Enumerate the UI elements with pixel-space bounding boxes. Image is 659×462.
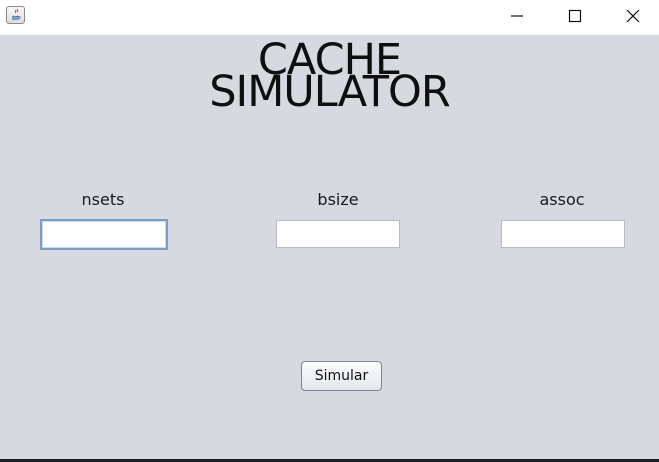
assoc-input[interactable] [501, 220, 625, 248]
nsets-input[interactable] [40, 219, 168, 250]
title-line-simulator: SIMULATOR [209, 67, 451, 117]
minimize-icon [511, 15, 523, 17]
bsize-input[interactable] [276, 220, 400, 248]
maximize-icon [568, 9, 582, 23]
java-app-icon[interactable] [6, 6, 25, 24]
maximize-button[interactable] [546, 0, 604, 32]
nsets-label: nsets [81, 190, 125, 209]
title-bar[interactable] [0, 0, 659, 34]
minimize-button[interactable] [488, 0, 546, 32]
close-icon [626, 9, 640, 23]
assoc-label: assoc [539, 190, 585, 209]
simular-button[interactable]: Simular [301, 361, 382, 391]
bsize-label: bsize [317, 190, 359, 209]
app-window: CACHE SIMULATOR nsets bsize assoc Simula… [0, 0, 659, 462]
close-button[interactable] [604, 0, 659, 32]
